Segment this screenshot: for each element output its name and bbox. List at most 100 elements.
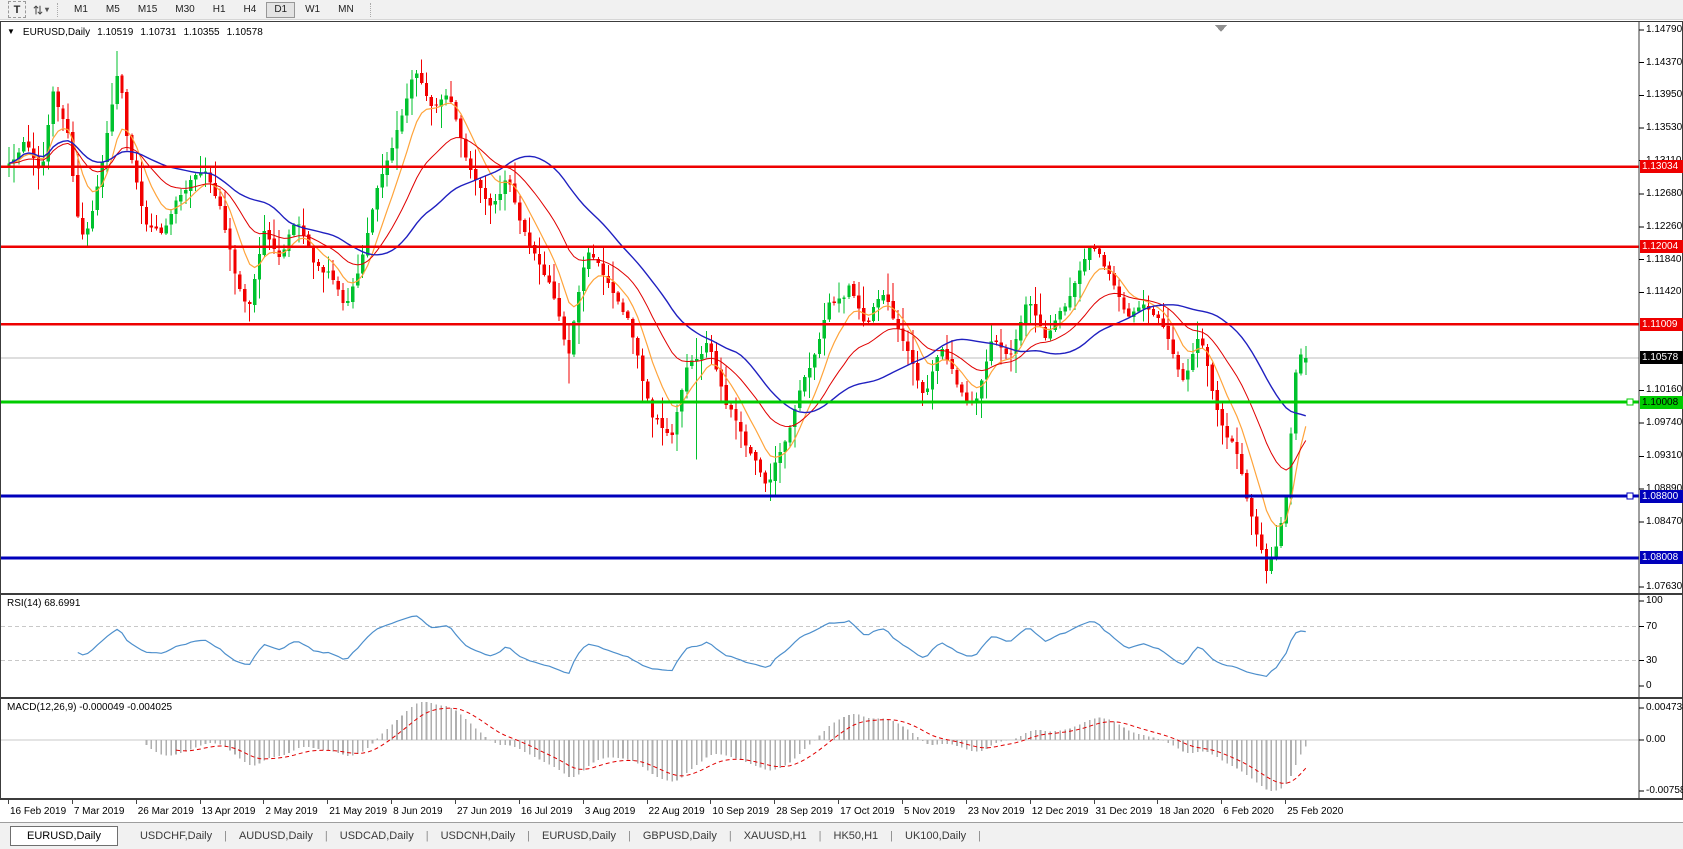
candle-body — [1216, 390, 1219, 410]
candle-body — [381, 174, 384, 187]
date-tick — [710, 800, 711, 804]
candle-body — [1280, 523, 1283, 546]
date-label: 28 Sep 2019 — [776, 806, 833, 817]
candle-body — [1181, 369, 1184, 380]
candle-body — [744, 431, 747, 445]
chart-tab[interactable]: USDCHF,Daily — [128, 830, 224, 842]
candle-body — [1098, 248, 1101, 253]
candle-body — [56, 91, 59, 107]
chart-tab[interactable]: USDCAD,Daily — [328, 830, 426, 842]
text-tool-button[interactable]: T — [8, 1, 26, 18]
date-label: 22 Aug 2019 — [649, 806, 705, 817]
candle-body — [76, 175, 79, 217]
candle-body — [449, 97, 452, 102]
date-tick — [774, 800, 775, 804]
timeframe-button-h4[interactable]: H4 — [236, 2, 265, 18]
top-toolbar: T ⇄ ▾ M1M5M15M30H1H4D1W1MN — [0, 0, 1683, 20]
candle-body — [661, 418, 664, 428]
chart-tab[interactable]: USDCNH,Daily — [429, 830, 528, 842]
candle-body — [641, 355, 644, 380]
rsi-indicator-chart[interactable] — [1, 595, 1682, 697]
candle-body — [410, 79, 413, 98]
candle-body — [238, 274, 241, 288]
candle-body — [1221, 409, 1224, 425]
timeframe-button-group: M1M5M15M30H1H4D1W1MN — [65, 2, 363, 18]
candle-body — [675, 412, 678, 434]
collapse-triangle-icon[interactable]: ▼ — [7, 27, 15, 38]
date-axis[interactable]: 16 Feb 20197 Mar 201926 Mar 201913 Apr 2… — [0, 799, 1683, 822]
chart-tab[interactable]: AUDUSD,Daily — [227, 830, 325, 842]
candle-body — [626, 312, 629, 318]
candle-body — [253, 279, 256, 305]
candlestick-chart[interactable] — [1, 22, 1682, 593]
toolbar-separator — [57, 3, 58, 17]
date-tick — [136, 800, 137, 804]
timeframe-button-h1[interactable]: H1 — [205, 2, 234, 18]
date-tick — [455, 800, 456, 804]
rsi-line — [78, 616, 1306, 676]
date-label: 5 Nov 2019 — [904, 806, 955, 817]
candle-body — [415, 73, 418, 78]
date-tick — [1094, 800, 1095, 804]
date-tick — [966, 800, 967, 804]
timeframe-button-m1[interactable]: M1 — [66, 2, 96, 18]
candle-body — [960, 385, 963, 393]
chart-tab[interactable]: HK50,H1 — [822, 830, 891, 842]
chart-tab[interactable]: GBPUSD,Daily — [631, 830, 729, 842]
arrange-tool-button[interactable]: ⇄ ▾ — [32, 1, 50, 18]
candle-body — [1068, 296, 1071, 308]
chart-tab[interactable]: XAUUSD,H1 — [732, 830, 819, 842]
chevron-down-icon: ▾ — [45, 5, 49, 14]
timeframe-button-d1[interactable]: D1 — [266, 2, 295, 18]
chart-shift-marker-icon[interactable] — [1215, 25, 1227, 32]
date-tick — [902, 800, 903, 804]
candle-body — [1024, 305, 1027, 323]
candle-body — [774, 463, 777, 481]
line-drag-handle[interactable] — [1627, 399, 1633, 405]
candle-body — [877, 299, 880, 308]
candle-body — [1157, 314, 1160, 318]
rsi-indicator-panel: RSI(14) 68.6991 — [0, 594, 1683, 698]
candle-body — [906, 342, 909, 351]
candle-body — [823, 320, 826, 338]
date-label: 25 Feb 2020 — [1287, 806, 1343, 817]
timeframe-button-m5[interactable]: M5 — [98, 2, 128, 18]
candle-body — [808, 368, 811, 377]
candle-body — [27, 141, 30, 147]
candle-body — [145, 207, 148, 224]
candle-body — [435, 105, 438, 106]
candle-body — [616, 293, 619, 302]
candle-body — [499, 194, 502, 200]
timeframe-button-mn[interactable]: MN — [330, 2, 362, 18]
candle-body — [81, 218, 84, 234]
candle-body — [312, 246, 315, 262]
candle-body — [484, 188, 487, 199]
candle-body — [1275, 547, 1278, 557]
timeframe-button-m30[interactable]: M30 — [167, 2, 202, 18]
candle-body — [926, 389, 929, 392]
candle-body — [562, 317, 565, 340]
candle-body — [931, 371, 934, 389]
candle-body — [115, 76, 118, 104]
candle-body — [110, 104, 113, 131]
candle-body — [592, 254, 595, 258]
macd-indicator-chart[interactable] — [1, 699, 1682, 798]
date-tick — [327, 800, 328, 804]
chart-tab[interactable]: EURUSD,Daily — [530, 830, 628, 842]
timeframe-button-m15[interactable]: M15 — [130, 2, 165, 18]
line-drag-handle[interactable] — [1627, 493, 1633, 499]
date-label: 31 Dec 2019 — [1096, 806, 1153, 817]
chart-tab-active[interactable]: EURUSD,Daily — [10, 826, 118, 846]
candle-body — [1103, 255, 1106, 266]
candle-body — [1191, 354, 1194, 370]
candle-body — [995, 341, 998, 342]
candle-body — [52, 92, 55, 125]
candle-body — [120, 76, 123, 93]
chart-tab[interactable]: UK100,Daily — [893, 830, 978, 842]
candle-body — [1299, 355, 1302, 374]
candle-body — [125, 92, 128, 136]
candle-body — [425, 83, 428, 96]
timeframe-button-w1[interactable]: W1 — [297, 2, 328, 18]
candle-body — [798, 391, 801, 408]
candle-body — [179, 195, 182, 202]
